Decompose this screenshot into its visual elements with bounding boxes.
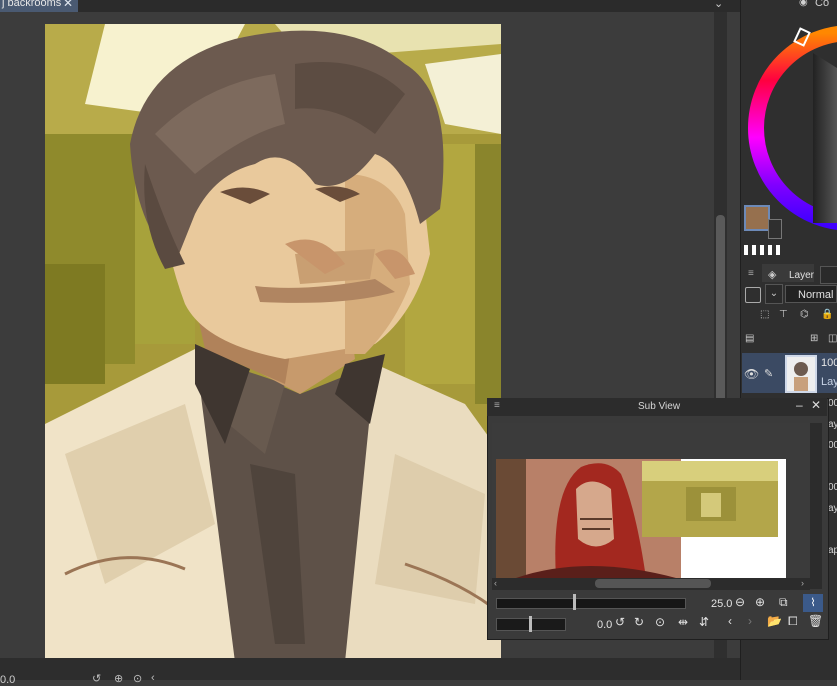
zoom-out-icon[interactable]: ⊖ [735, 595, 745, 609]
layer-row-label[interactable]: 00 [828, 440, 837, 451]
reset-rotation-icon[interactable]: ⊙ [655, 615, 665, 629]
reference-icon[interactable]: ⌬ [800, 309, 809, 320]
document-tab-title: j backrooms [2, 0, 62, 9]
panel-menu-icon[interactable]: ≡ [494, 400, 500, 411]
status-bar [0, 658, 740, 680]
rotate-slider-knob[interactable] [529, 616, 532, 632]
sub-view-vertical-scrollbar[interactable] [810, 423, 822, 589]
layers-icon: ◈ [768, 269, 777, 281]
flip-vertical-icon[interactable]: ⇵ [699, 615, 709, 629]
main-color-swatch[interactable] [744, 205, 770, 231]
sub-view-zoom-slider[interactable] [496, 598, 686, 609]
layer-row-label[interactable]: ap [828, 545, 837, 556]
layer-property-icon[interactable]: ▤ [745, 333, 754, 344]
layer-name: 100 [821, 357, 837, 369]
layer-tab-label: Layer [789, 270, 815, 281]
lock-icon[interactable]: 🔒 [821, 309, 833, 320]
blend-mode-select[interactable]: Normal [785, 285, 837, 303]
document-tab-bar [0, 0, 740, 12]
rotate-right-icon[interactable]: ⊙ [133, 672, 142, 685]
eyedropper-icon[interactable]: ⌇ [803, 594, 823, 612]
layer-row-label[interactable]: ay [828, 419, 837, 430]
scroll-left-icon[interactable]: ‹ [494, 578, 497, 588]
lock-transparent-icon[interactable]: ⬚ [760, 309, 769, 320]
fit-view-icon[interactable]: ⧉ [779, 595, 788, 610]
sub-view-zoom-value: 25.0 [711, 598, 733, 610]
layer-thumbnail [785, 355, 817, 393]
artwork-canvas[interactable] [45, 24, 501, 662]
scroll-right-icon[interactable]: › [801, 578, 804, 588]
new-layer-icon[interactable]: ⊞ [810, 333, 818, 344]
zoom-slider-knob[interactable] [573, 594, 576, 610]
rotate-left-icon[interactable]: ↺ [92, 672, 101, 685]
clip-icon[interactable]: ⊤ [779, 309, 788, 320]
color-wheel-icon[interactable]: ◉ [799, 0, 808, 8]
reference-image[interactable] [496, 459, 786, 578]
sub-view-rotate-value: 0.0 [597, 619, 613, 631]
chevron-down-icon[interactable]: ⌄ [714, 0, 723, 10]
layer-row-label[interactable]: 00 [828, 482, 837, 493]
sub-color-swatch[interactable] [768, 219, 782, 239]
panel-menu-icon[interactable]: ≡ [748, 268, 754, 279]
document-tab[interactable]: j backrooms ✕ [0, 0, 78, 12]
tab-other[interactable] [820, 266, 837, 284]
flip-horizontal-icon[interactable]: ⇹ [678, 615, 688, 629]
close-icon[interactable]: ✕ [63, 0, 73, 9]
layer-row-label[interactable]: 00 [828, 398, 837, 409]
sub-view-title: Sub View [638, 401, 681, 412]
previous-icon[interactable]: ‹ [151, 672, 155, 684]
trash-icon[interactable]: 🗑 [808, 614, 823, 628]
next-image-icon[interactable]: › [748, 614, 752, 628]
previous-image-icon[interactable]: ‹ [728, 614, 732, 628]
close-icon[interactable]: ✕ [811, 398, 821, 412]
new-folder-icon[interactable]: ◫ [828, 333, 837, 344]
canvas-scroll-thumb[interactable] [716, 215, 725, 405]
minimize-icon[interactable]: – [796, 398, 803, 412]
zoom-value[interactable]: 0.0 [0, 674, 15, 686]
open-folder-icon[interactable]: 📂 [767, 614, 782, 628]
layer-subtitle: Lay [821, 376, 837, 388]
zoom-in-icon[interactable]: ⊕ [755, 595, 765, 609]
rotate-right-icon[interactable]: ↻ [634, 615, 644, 629]
transparent-color-icon[interactable] [744, 245, 780, 255]
rotate-left-icon[interactable]: ↺ [615, 615, 625, 629]
layer-color-icon[interactable] [745, 287, 761, 303]
chevron-down-icon[interactable]: ⌄ [765, 284, 783, 304]
pen-icon: ✎ [764, 368, 774, 380]
eye-icon[interactable]: 👁 [744, 367, 759, 381]
zoom-icon[interactable]: ⊕ [114, 672, 123, 685]
layer-row-label[interactable]: ay [828, 503, 837, 514]
import-icon[interactable]: ⧠ [788, 614, 798, 629]
sub-view-scroll-thumb[interactable] [595, 579, 711, 588]
